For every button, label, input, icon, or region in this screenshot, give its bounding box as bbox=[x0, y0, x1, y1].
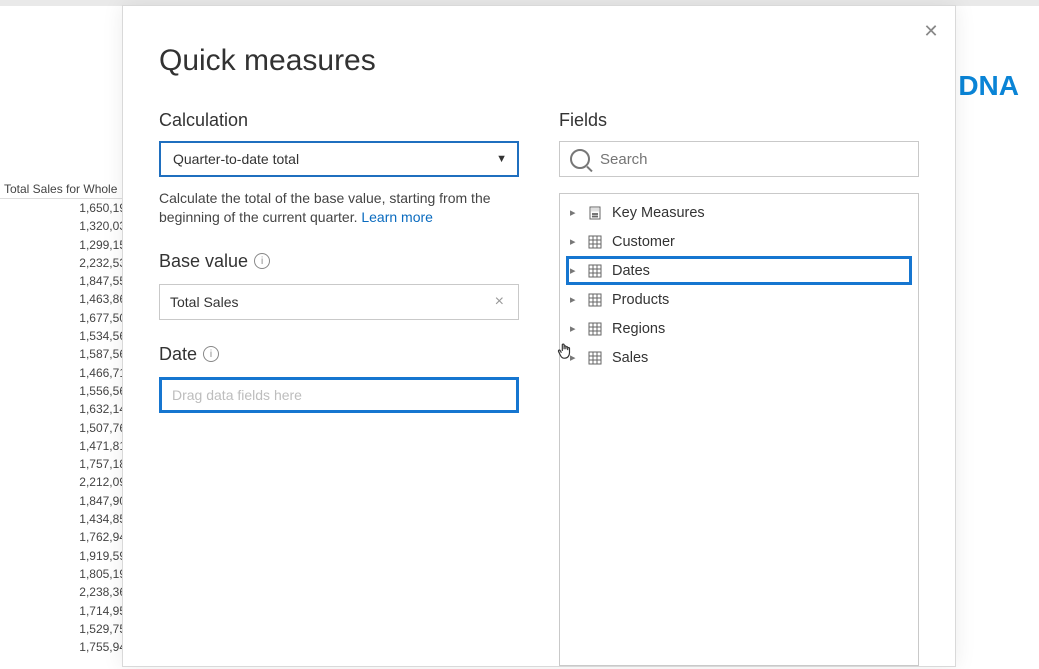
base-value-label-text: Base value bbox=[159, 251, 248, 272]
bg-table-cell: 1,556,56 bbox=[0, 382, 130, 400]
fields-search-input[interactable] bbox=[598, 150, 908, 169]
info-icon[interactable]: i bbox=[203, 346, 219, 362]
fields-tree: ▸ Key Measures ▸ Customer ▸ Dates ▸ Products ▸ Re… bbox=[559, 193, 919, 666]
fields-tree-table-label: Sales bbox=[612, 350, 648, 366]
base-value-well[interactable]: Total Sales × bbox=[159, 284, 519, 320]
bg-table-cell: 1,466,71 bbox=[0, 364, 130, 382]
chevron-right-icon: ▸ bbox=[570, 351, 578, 364]
fields-tree-table-label: Key Measures bbox=[612, 205, 705, 221]
fields-tree-table-key-measures[interactable]: ▸ Key Measures bbox=[560, 198, 918, 227]
calculation-label-text: Calculation bbox=[159, 110, 248, 131]
chevron-right-icon: ▸ bbox=[570, 206, 578, 219]
clear-base-value-button[interactable]: × bbox=[489, 293, 510, 311]
table-icon bbox=[588, 293, 602, 307]
bg-table-cell: 1,805,19 bbox=[0, 565, 130, 583]
table-icon bbox=[588, 322, 602, 336]
chevron-right-icon: ▸ bbox=[570, 322, 578, 335]
bg-table-cell: 1,632,14 bbox=[0, 400, 130, 418]
bg-table-cell: 1,650,19 bbox=[0, 199, 130, 217]
fields-tree-table-products[interactable]: ▸ Products bbox=[560, 285, 918, 314]
date-drop-well[interactable]: Drag data fields here bbox=[159, 377, 519, 413]
chevron-right-icon: ▸ bbox=[570, 235, 578, 248]
fields-panel: Fields ▸ Key Measures ▸ Customer ▸ Dates ▸ Prod… bbox=[559, 110, 919, 666]
chevron-right-icon: ▸ bbox=[570, 264, 578, 277]
quick-measures-dialog: ✕ Quick measures Calculation Quarter-to-… bbox=[122, 5, 956, 667]
bg-table-cell: 1,507,76 bbox=[0, 419, 130, 437]
bg-table-cell: 1,463,86 bbox=[0, 290, 130, 308]
dialog-title: Quick measures bbox=[159, 44, 919, 78]
chevron-right-icon: ▸ bbox=[570, 293, 578, 306]
bg-table-cell: 1,529,75 bbox=[0, 620, 130, 638]
bg-table-cell: 1,677,50 bbox=[0, 309, 130, 327]
calculation-description: Calculate the total of the base value, s… bbox=[159, 189, 519, 227]
fields-tree-table-regions[interactable]: ▸ Regions bbox=[560, 314, 918, 343]
base-value-field-name: Total Sales bbox=[170, 294, 238, 310]
fields-label-text: Fields bbox=[559, 110, 607, 131]
close-icon: × bbox=[495, 293, 504, 310]
fields-tree-table-label: Dates bbox=[612, 263, 650, 279]
bg-table-cell: 1,847,90 bbox=[0, 492, 130, 510]
bg-table-cell: 1,434,85 bbox=[0, 510, 130, 528]
calculator-icon bbox=[588, 206, 602, 220]
date-label-text: Date bbox=[159, 344, 197, 365]
fields-tree-table-label: Customer bbox=[612, 234, 675, 250]
bg-table-cell: 1,762,94 bbox=[0, 528, 130, 546]
date-label: Date i bbox=[159, 344, 519, 365]
bg-table-cell: 2,212,09 bbox=[0, 473, 130, 491]
table-icon bbox=[588, 235, 602, 249]
bg-table-cell: 1,299,15 bbox=[0, 236, 130, 254]
calculation-label: Calculation bbox=[159, 110, 519, 131]
calculation-dropdown[interactable]: Quarter-to-date total ▼ bbox=[159, 141, 519, 177]
date-drop-placeholder: Drag data fields here bbox=[172, 387, 302, 403]
bg-table-header: Total Sales for Whole bbox=[0, 180, 130, 199]
brand-dna: DNA bbox=[951, 70, 1019, 101]
bg-table-cell: 2,232,53 bbox=[0, 254, 130, 272]
bg-table-cell: 1,757,18 bbox=[0, 455, 130, 473]
chevron-down-icon: ▼ bbox=[496, 153, 507, 165]
background-data-column: Total Sales for Whole 1,650,191,320,031,… bbox=[0, 180, 130, 656]
bg-table-cell: 1,919,59 bbox=[0, 547, 130, 565]
bg-table-cell: 1,714,95 bbox=[0, 602, 130, 620]
bg-table-cell: 1,755,94 bbox=[0, 638, 130, 656]
calculation-panel: Calculation Quarter-to-date total ▼ Calc… bbox=[159, 110, 519, 666]
fields-tree-table-dates[interactable]: ▸ Dates bbox=[566, 256, 912, 285]
bg-table-cell: 1,534,56 bbox=[0, 327, 130, 345]
bg-table-cell: 1,587,56 bbox=[0, 345, 130, 363]
bg-table-cell: 1,471,81 bbox=[0, 437, 130, 455]
base-value-label: Base value i bbox=[159, 251, 519, 272]
bg-table-cell: 1,320,03 bbox=[0, 217, 130, 235]
fields-label: Fields bbox=[559, 110, 919, 131]
fields-tree-table-sales[interactable]: ▸ Sales bbox=[560, 343, 918, 372]
calculation-selected-text: Quarter-to-date total bbox=[173, 151, 299, 167]
fields-tree-table-label: Regions bbox=[612, 321, 665, 337]
calculation-description-text: Calculate the total of the base value, s… bbox=[159, 190, 491, 225]
search-icon bbox=[570, 149, 590, 169]
close-button[interactable]: ✕ bbox=[917, 16, 945, 44]
fields-tree-table-label: Products bbox=[612, 292, 669, 308]
bg-table-cell: 2,238,36 bbox=[0, 583, 130, 601]
close-icon: ✕ bbox=[923, 21, 938, 41]
bg-table-cell: 1,847,55 bbox=[0, 272, 130, 290]
learn-more-link[interactable]: Learn more bbox=[361, 209, 433, 225]
table-icon bbox=[588, 264, 602, 278]
fields-search[interactable] bbox=[559, 141, 919, 177]
info-icon[interactable]: i bbox=[254, 253, 270, 269]
fields-tree-table-customer[interactable]: ▸ Customer bbox=[560, 227, 918, 256]
table-icon bbox=[588, 351, 602, 365]
